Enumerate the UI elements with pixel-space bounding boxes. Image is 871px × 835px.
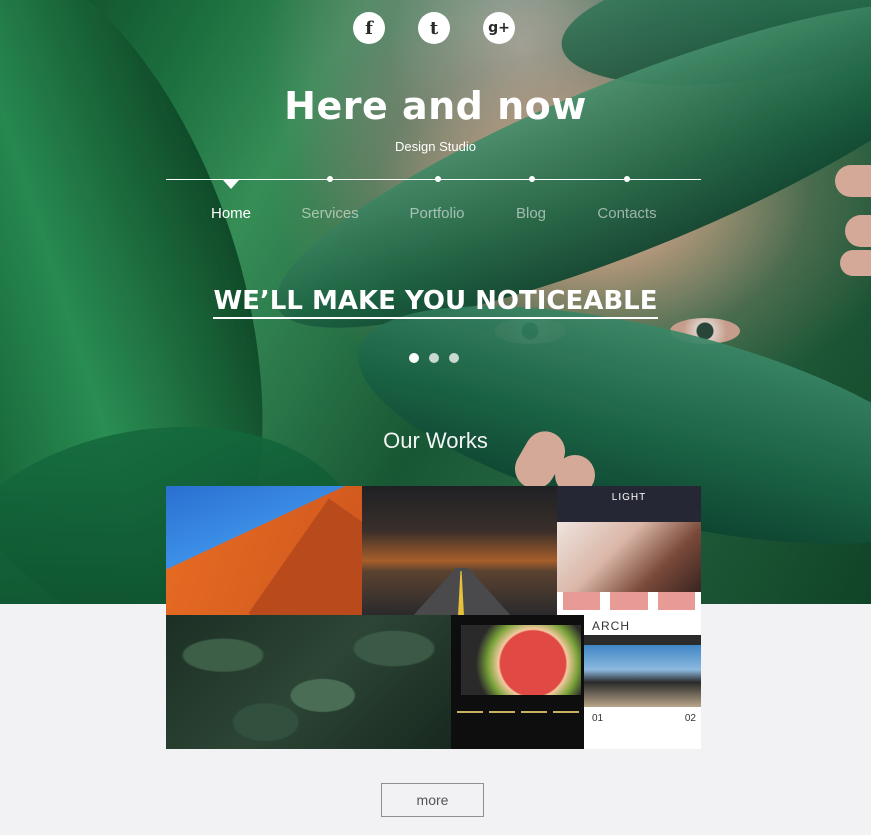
work-tile-leaves[interactable] (166, 615, 451, 749)
arch-site-number: 02 (684, 713, 696, 724)
slider-pagination (409, 353, 459, 363)
garden-site-column (521, 711, 547, 739)
twitter-icon[interactable]: t (418, 12, 450, 44)
nav-dot (435, 176, 441, 182)
social-links: f t g+ (353, 12, 515, 44)
hero-headline: WE’LL MAKE YOU NOTICEABLE (0, 286, 871, 319)
nav-dot (529, 176, 535, 182)
nav-dot (624, 176, 630, 182)
garden-site-column (553, 711, 579, 739)
more-button[interactable]: more (381, 783, 484, 817)
work-tile-garden-site[interactable] (451, 615, 584, 749)
works-gallery: LIGHT ARCH 01 02 (166, 486, 701, 749)
work-tile-light-site[interactable]: LIGHT (557, 486, 701, 615)
light-site-button (657, 592, 695, 610)
light-site-image (557, 522, 701, 592)
slider-dot-2[interactable] (429, 353, 439, 363)
arch-site-number: 01 (592, 713, 604, 724)
light-site-button (610, 592, 648, 610)
work-tile-arch-site[interactable]: ARCH 01 02 (584, 615, 701, 749)
nav-item-blog[interactable]: Blog (516, 205, 546, 222)
garden-site-column (457, 711, 483, 739)
arch-site-numbers: 01 02 (592, 713, 696, 724)
nav-item-portfolio[interactable]: Portfolio (409, 205, 464, 222)
nav-active-indicator (223, 180, 239, 189)
hero-headline-text[interactable]: WE’LL MAKE YOU NOTICEABLE (213, 286, 658, 319)
site-subtitle: Design Studio (395, 139, 476, 154)
light-site-button (563, 592, 601, 610)
nav-item-contacts[interactable]: Contacts (597, 205, 656, 222)
arch-site-logo: ARCH (592, 619, 631, 633)
site-title[interactable]: Here and now (0, 84, 871, 128)
nav-item-home[interactable]: Home (211, 205, 251, 222)
slider-dot-3[interactable] (449, 353, 459, 363)
google-plus-icon[interactable]: g+ (483, 12, 515, 44)
slider-dot-1[interactable] (409, 353, 419, 363)
light-site-buttons (563, 592, 695, 610)
work-tile-building[interactable] (166, 486, 362, 615)
garden-site-columns (457, 711, 579, 739)
arch-site-nav (584, 635, 701, 645)
works-title: Our Works (383, 428, 488, 453)
grapefruit-image (461, 625, 581, 695)
light-site-logo: LIGHT (611, 492, 647, 503)
nav-line (166, 179, 701, 180)
garden-site-column (489, 711, 515, 739)
work-tile-road[interactable] (362, 486, 557, 615)
light-site-header: LIGHT (557, 486, 701, 522)
nav-dot (327, 176, 333, 182)
facebook-icon[interactable]: f (353, 12, 385, 44)
nav-item-services[interactable]: Services (301, 205, 359, 222)
arch-site-image (584, 645, 701, 707)
